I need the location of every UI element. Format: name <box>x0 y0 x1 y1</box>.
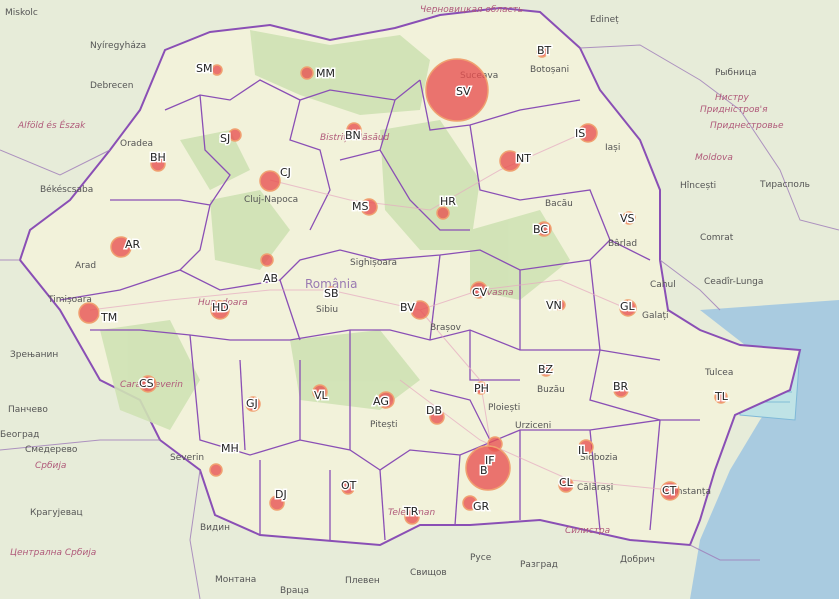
county-bubble-sj[interactable] <box>228 128 242 142</box>
county-code-sj: SJ <box>220 132 230 145</box>
county-bubble-cj[interactable] <box>259 170 281 192</box>
county-code-il: IL <box>578 444 588 457</box>
county-code-ag: AG <box>373 395 389 408</box>
county-bubble-mm[interactable] <box>300 66 314 80</box>
county-code-bv: BV <box>400 301 415 314</box>
county-code-ph: PH <box>474 382 489 395</box>
county-code-tl: TL <box>714 390 729 403</box>
county-bubble-b[interactable] <box>465 445 511 491</box>
county-code-sv: SV <box>456 85 471 98</box>
county-code-cl: CL <box>559 476 574 489</box>
county-code-mh: MH <box>221 442 239 455</box>
county-code-ct: CT <box>662 484 677 497</box>
county-code-cv: CV <box>472 286 488 299</box>
county-code-tm: TM <box>100 311 117 324</box>
county-code-ms: MS <box>352 200 368 213</box>
county-bubble-mh[interactable] <box>209 463 223 477</box>
county-code-ot: OT <box>341 479 357 492</box>
map-canvas[interactable]: Miskolc Nyíregyháza Debrecen Alföld és Észa… <box>0 0 839 599</box>
county-code-gl: GL <box>620 300 636 313</box>
county-code-vl: VL <box>314 389 329 402</box>
county-code-tr: TR <box>403 505 419 518</box>
county-code-hd: HD <box>212 301 229 314</box>
bubble-overlay: SM MM BT SV SJ BN IS BH CJ NT MS HR BC VS AR AB SB CV TM HD… <box>78 43 730 525</box>
county-bubble-ab[interactable] <box>260 253 274 267</box>
county-code-db: DB <box>426 404 442 417</box>
county-bubble-sm[interactable] <box>211 64 223 76</box>
county-bubble-tm[interactable] <box>78 302 100 324</box>
county-bubble-hr[interactable] <box>436 206 450 220</box>
county-code-bh: BH <box>150 151 166 164</box>
county-code-ar: AR <box>125 238 141 251</box>
county-code-hr: HR <box>440 195 456 208</box>
county-code-dj: DJ <box>275 488 287 501</box>
county-code-sb: SB <box>324 287 339 300</box>
county-code-mm: MM <box>316 67 335 80</box>
county-code-is: IS <box>575 127 585 140</box>
county-code-bc: BC <box>533 223 548 236</box>
county-code-ab: AB <box>263 272 278 285</box>
county-code-gr: GR <box>473 500 490 513</box>
county-code-vs: VS <box>620 212 635 225</box>
county-code-bt: BT <box>537 44 552 57</box>
county-code-cs: CS <box>139 377 154 390</box>
county-code-b: B <box>480 464 488 477</box>
county-code-bz: BZ <box>538 363 554 376</box>
county-code-vn: VN <box>546 299 562 312</box>
county-code-bn: BN <box>345 129 361 142</box>
county-code-cj: CJ <box>280 166 291 179</box>
county-code-gj: GJ <box>246 397 258 410</box>
county-code-nt: NT <box>516 152 531 165</box>
county-code-br: BR <box>613 380 629 393</box>
county-code-sm: SM <box>196 62 212 75</box>
